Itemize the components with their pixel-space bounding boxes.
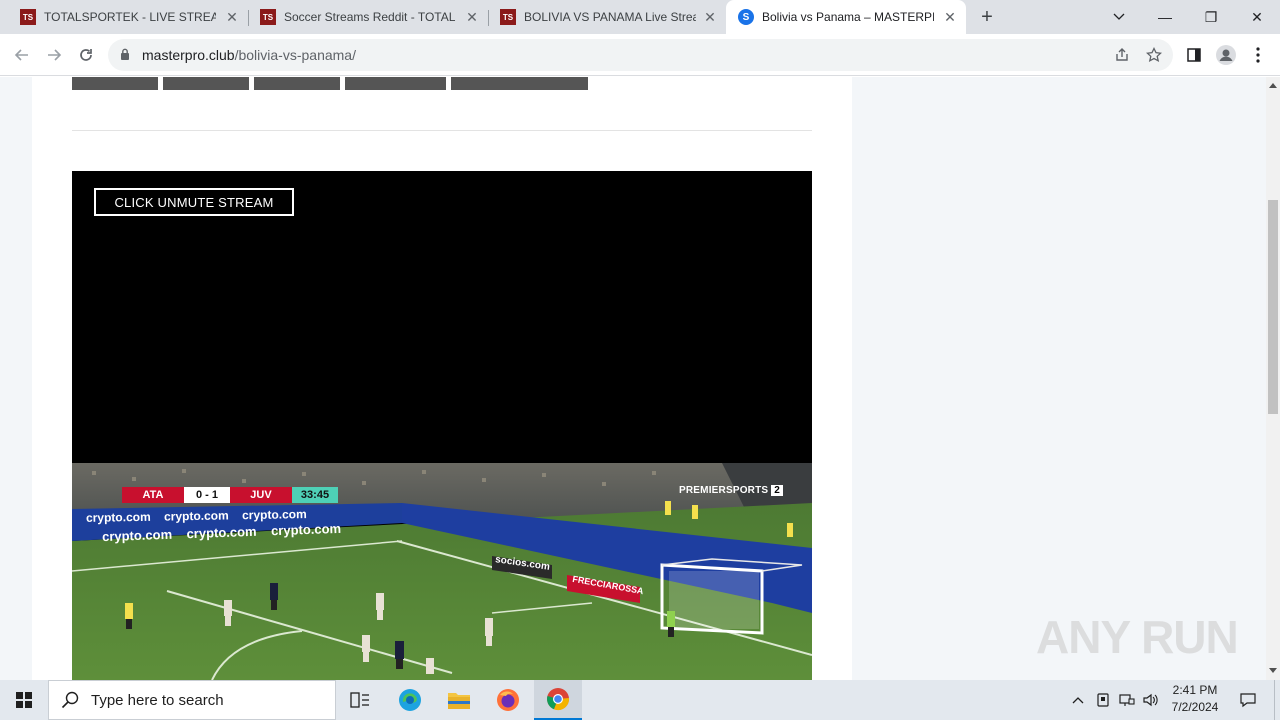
clock-time: 2:41 PM: [1172, 683, 1218, 697]
scroll-up-arrow-icon[interactable]: [1269, 83, 1277, 88]
page-viewport: CLICK UNMUTE STREAM crypto.com crypto.co…: [0, 77, 1266, 680]
divider: [72, 130, 812, 131]
tab-strip: TS TOTALSPORTEK - LIVE STREAMS ✕ TS Socc…: [0, 0, 1280, 34]
minimize-button[interactable]: —: [1142, 0, 1188, 34]
notification-icon: [1240, 693, 1256, 708]
taskbar-app-file-explorer[interactable]: [435, 680, 483, 720]
arrow-right-icon: [48, 49, 62, 61]
anyrun-watermark: ANY RUN: [1036, 611, 1239, 663]
back-button[interactable]: [10, 43, 34, 67]
article-content: CLICK UNMUTE STREAM crypto.com crypto.co…: [32, 77, 852, 680]
show-desktop-button[interactable]: [1274, 680, 1280, 720]
browser-toolbar: masterpro.club/bolivia-vs-panama/: [0, 34, 1280, 76]
address-bar[interactable]: masterpro.club/bolivia-vs-panama/: [108, 39, 1173, 71]
url-path: /bolivia-vs-panama/: [234, 47, 356, 63]
category-button[interactable]: [254, 77, 340, 90]
unmute-stream-button[interactable]: CLICK UNMUTE STREAM: [94, 188, 294, 216]
notification-center-button[interactable]: [1234, 680, 1262, 720]
broadcaster-logo: PREMIERSPORTS 2: [679, 485, 784, 496]
away-team: JUV: [230, 487, 292, 503]
volume-icon: [1143, 693, 1158, 707]
tab-title: Bolivia vs Panama – MASTERPRO: [762, 10, 934, 24]
tab-totalsportek[interactable]: TS TOTALSPORTEK - LIVE STREAMS ✕: [8, 0, 248, 34]
close-icon[interactable]: ✕: [702, 9, 718, 25]
clock-date: 7/2/2024: [1171, 700, 1219, 714]
restore-button[interactable]: ❐: [1188, 0, 1234, 34]
device-icon: [1097, 693, 1109, 707]
chrome-icon: [547, 688, 570, 711]
match-video-frame[interactable]: crypto.com crypto.com crypto.com crypto.…: [72, 463, 812, 680]
masterpro-favicon-icon: S: [738, 9, 754, 25]
profile-button[interactable]: [1216, 45, 1236, 65]
tab-title: BOLIVIA VS PANAMA Live Stream: [524, 10, 696, 24]
search-icon: [61, 691, 79, 709]
task-view-button[interactable]: [336, 680, 384, 720]
side-panel-icon: [1187, 48, 1201, 62]
taskbar-search[interactable]: Type here to search: [48, 680, 336, 720]
menu-button[interactable]: [1248, 45, 1268, 65]
taskbar-app-firefox[interactable]: [484, 680, 532, 720]
totalsportek-favicon-icon: TS: [500, 9, 516, 25]
reload-icon: [80, 49, 92, 61]
score: 0 - 1: [184, 487, 230, 503]
close-icon[interactable]: ✕: [224, 9, 240, 25]
match-clock: 33:45: [292, 487, 338, 503]
category-button[interactable]: [163, 77, 249, 90]
scorebug: ATA 0 - 1 JUV 33:45: [122, 487, 338, 503]
tray-network[interactable]: [1116, 680, 1138, 720]
close-icon[interactable]: ✕: [464, 9, 480, 25]
forward-button[interactable]: [42, 43, 66, 67]
category-button[interactable]: [451, 77, 588, 90]
tab-title: Soccer Streams Reddit - TOTALSPORTEK: [284, 10, 456, 24]
totalsportek-favicon-icon: TS: [20, 9, 36, 25]
tab-soccer-streams[interactable]: TS Soccer Streams Reddit - TOTALSPORTEK …: [248, 0, 488, 34]
video-player[interactable]: CLICK UNMUTE STREAM crypto.com crypto.co…: [72, 171, 812, 680]
vertical-scrollbar[interactable]: [1266, 77, 1280, 680]
chevron-down-icon: [1113, 13, 1125, 20]
task-view-icon: [350, 692, 369, 708]
close-icon[interactable]: ✕: [942, 9, 958, 25]
tab-masterpro-active[interactable]: S Bolivia vs Panama – MASTERPRO ✕: [726, 0, 966, 34]
home-team: ATA: [122, 487, 184, 503]
windows-taskbar: Type here to search 2:41 PM 7/2/2024: [0, 680, 1280, 720]
scroll-down-arrow-icon[interactable]: [1269, 668, 1277, 673]
share-icon[interactable]: [1114, 47, 1130, 63]
search-placeholder: Type here to search: [91, 691, 224, 709]
chevron-up-icon: [1072, 697, 1084, 704]
new-tab-button[interactable]: +: [976, 6, 998, 28]
network-icon: [1119, 694, 1135, 706]
tab-search-button[interactable]: [1096, 0, 1142, 34]
firefox-icon: [497, 689, 519, 711]
kebab-menu-icon: [1256, 47, 1260, 63]
tray-volume[interactable]: [1140, 680, 1162, 720]
avatar-icon: [1216, 45, 1236, 65]
arrow-left-icon: [14, 49, 28, 61]
taskbar-clock[interactable]: 2:41 PM 7/2/2024: [1160, 682, 1230, 716]
scrollbar-thumb[interactable]: [1268, 200, 1278, 414]
edge-icon: [399, 689, 421, 711]
category-button[interactable]: [345, 77, 446, 90]
tab-bolivia-panama-stream[interactable]: TS BOLIVIA VS PANAMA Live Stream ✕: [488, 0, 726, 34]
taskbar-app-edge[interactable]: [386, 680, 434, 720]
show-hidden-icons-button[interactable]: [1068, 680, 1088, 720]
tab-title: TOTALSPORTEK - LIVE STREAMS: [44, 10, 216, 24]
reload-button[interactable]: [74, 43, 98, 67]
category-button[interactable]: [72, 77, 158, 90]
folder-icon: [448, 693, 470, 709]
bookmark-star-icon[interactable]: [1146, 47, 1162, 63]
side-panel-button[interactable]: [1184, 45, 1204, 65]
lock-icon[interactable]: [120, 48, 130, 61]
window-close-button[interactable]: ✕: [1234, 0, 1280, 34]
goal-net-fill: [669, 571, 759, 629]
windows-logo-icon: [16, 692, 32, 708]
url-host: masterpro.club: [142, 47, 235, 63]
start-button[interactable]: [0, 680, 48, 720]
totalsportek-favicon-icon: TS: [260, 9, 276, 25]
taskbar-app-chrome[interactable]: [534, 680, 582, 720]
tray-meet-now[interactable]: [1092, 680, 1114, 720]
url-text[interactable]: masterpro.club/bolivia-vs-panama/: [142, 47, 356, 63]
